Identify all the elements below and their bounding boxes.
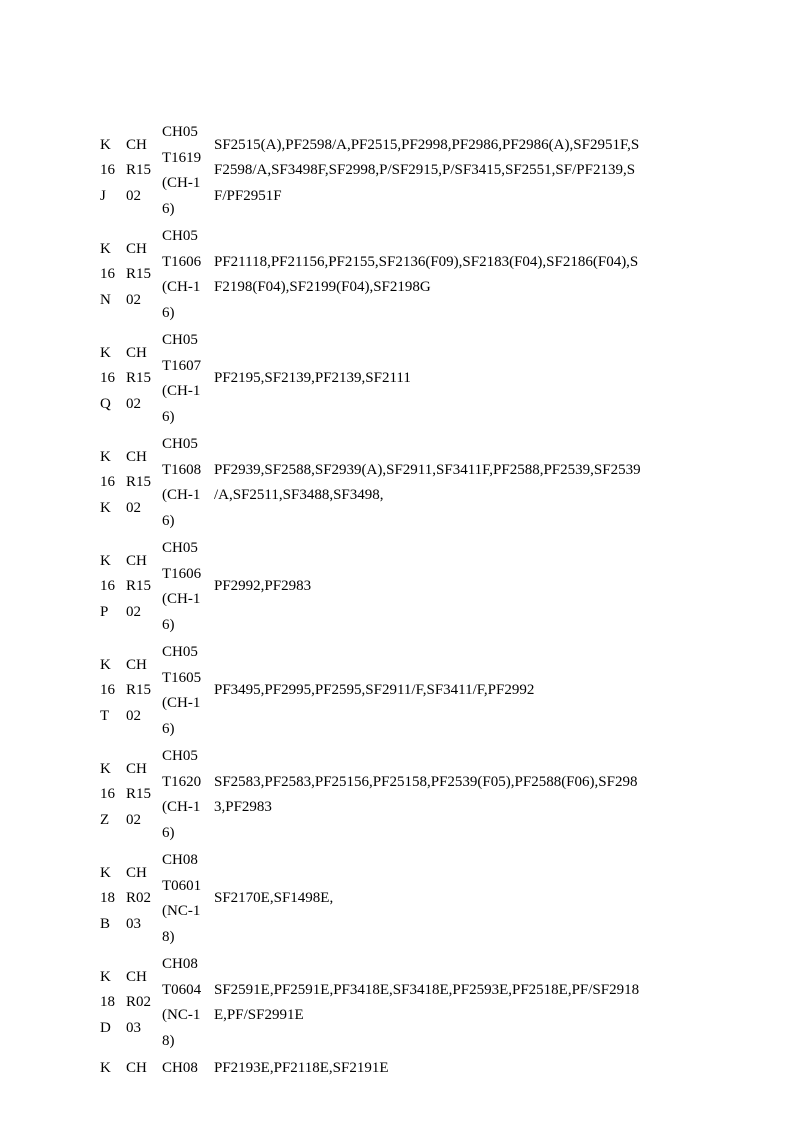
cell-col1: K 16 P (100, 549, 126, 626)
cell-col4: SF2515(A),PF2598/A,PF2515,PF2998,PF2986,… (214, 133, 694, 210)
cell-col3: CH05 T1608 (CH-1 6) (162, 432, 214, 534)
cell-col2: CH R15 02 (126, 757, 162, 834)
cell-col1: K 16 J (100, 133, 126, 210)
cell-col4: SF2591E,PF2591E,PF3418E,SF3418E,PF2593E,… (214, 978, 694, 1029)
cell-col1: K 18 B (100, 861, 126, 938)
table-row: K 16 Z CH R15 02 CH05 T1620 (CH-1 6) SF2… (100, 744, 694, 846)
cell-col1: K 16 N (100, 237, 126, 314)
cell-col4: SF2583,PF2583,PF25156,PF25158,PF2539(F05… (214, 770, 694, 821)
cell-col3: CH05 T1605 (CH-1 6) (162, 640, 214, 742)
cell-col4: PF2992,PF2983 (214, 574, 694, 600)
cell-col2: CH R15 02 (126, 133, 162, 210)
cell-col2: CH R15 02 (126, 653, 162, 730)
cell-col4: SF2170E,SF1498E, (214, 886, 694, 912)
cell-col3: CH08 (162, 1056, 214, 1082)
table-row: K 16 Q CH R15 02 CH05 T1607 (CH-1 6) PF2… (100, 328, 694, 430)
cell-col1: K 16 K (100, 445, 126, 522)
table-row: K 18 B CH R02 03 CH08 T0601 (NC-1 8) SF2… (100, 848, 694, 950)
cell-col2: CH (126, 1056, 162, 1082)
cell-col2: CH R15 02 (126, 341, 162, 418)
cell-col2: CH R02 03 (126, 861, 162, 938)
cell-col2: CH R02 03 (126, 965, 162, 1042)
cell-col3: CH05 T1606 (CH-1 6) (162, 224, 214, 326)
table-row: K 16 K CH R15 02 CH05 T1608 (CH-1 6) PF2… (100, 432, 694, 534)
cell-col3: CH05 T1619 (CH-1 6) (162, 120, 214, 222)
cell-col2: CH R15 02 (126, 237, 162, 314)
table-row: K 16 P CH R15 02 CH05 T1606 (CH-1 6) PF2… (100, 536, 694, 638)
cell-col3: CH08 T0601 (NC-1 8) (162, 848, 214, 950)
cell-col3: CH05 T1606 (CH-1 6) (162, 536, 214, 638)
table-row: K 16 T CH R15 02 CH05 T1605 (CH-1 6) PF3… (100, 640, 694, 742)
cell-col2: CH R15 02 (126, 445, 162, 522)
cell-col4: PF2193E,PF2118E,SF2191E (214, 1056, 694, 1082)
cell-col4: PF2195,SF2139,PF2139,SF2111 (214, 366, 694, 392)
cell-col3: CH05 T1607 (CH-1 6) (162, 328, 214, 430)
table-row: K 16 N CH R15 02 CH05 T1606 (CH-1 6) PF2… (100, 224, 694, 326)
table-row: K 18 D CH R02 03 CH08 T0604 (NC-1 8) SF2… (100, 952, 694, 1054)
cell-col3: CH05 T1620 (CH-1 6) (162, 744, 214, 846)
table-row: K 16 J CH R15 02 CH05 T1619 (CH-1 6) SF2… (100, 120, 694, 222)
cell-col4: PF3495,PF2995,PF2595,SF2911/F,SF3411/F,P… (214, 678, 694, 704)
table-row: K CH CH08 PF2193E,PF2118E,SF2191E (100, 1056, 694, 1082)
cell-col1: K (100, 1056, 126, 1082)
cell-col4: PF21118,PF21156,PF2155,SF2136(F09),SF218… (214, 250, 694, 301)
cell-col1: K 18 D (100, 965, 126, 1042)
page-content: K 16 J CH R15 02 CH05 T1619 (CH-1 6) SF2… (0, 0, 794, 1144)
cell-col1: K 16 Z (100, 757, 126, 834)
cell-col4: PF2939,SF2588,SF2939(A),SF2911,SF3411F,P… (214, 458, 694, 509)
cell-col1: K 16 T (100, 653, 126, 730)
cell-col1: K 16 Q (100, 341, 126, 418)
cell-col3: CH08 T0604 (NC-1 8) (162, 952, 214, 1054)
cell-col2: CH R15 02 (126, 549, 162, 626)
